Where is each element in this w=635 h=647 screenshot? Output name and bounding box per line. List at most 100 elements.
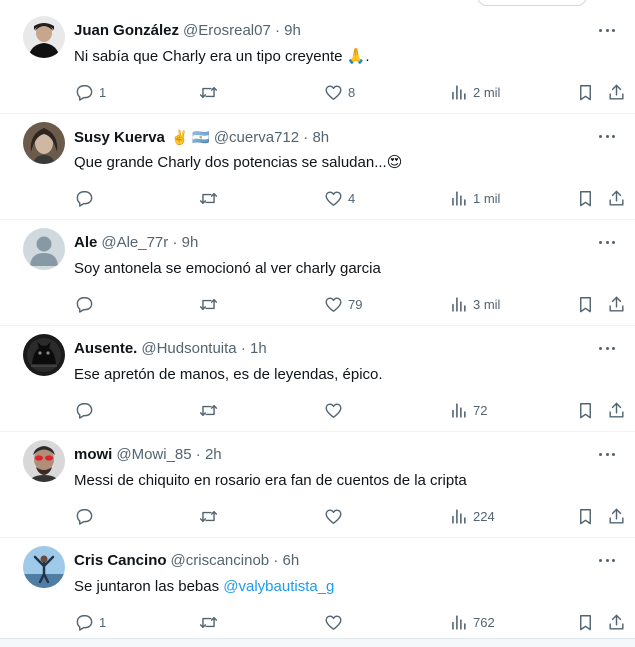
views-button[interactable]: 762 bbox=[449, 610, 495, 634]
like-button[interactable] bbox=[324, 610, 348, 634]
avatar[interactable] bbox=[23, 16, 65, 58]
reply-icon bbox=[76, 402, 93, 419]
share-button[interactable] bbox=[607, 186, 626, 210]
tweet-text-body: Que grande Charly dos potencias se salud… bbox=[74, 154, 387, 171]
user-handle[interactable]: @cuerva712 bbox=[214, 129, 299, 146]
bookmark-button[interactable] bbox=[576, 186, 595, 210]
more-icon[interactable] bbox=[597, 20, 617, 40]
name-emoji-flags: ✌️ 🇦🇷 bbox=[171, 129, 210, 145]
bookmark-button[interactable] bbox=[576, 292, 595, 316]
tweet-header: Ausente. @Hudsontuita · 1h bbox=[74, 339, 267, 359]
bookmark-button[interactable] bbox=[576, 80, 595, 104]
view-count: 224 bbox=[473, 508, 495, 524]
tweet-header: Ale @Ale_77r · 9h bbox=[74, 233, 198, 253]
view-count: 3 mil bbox=[473, 296, 501, 312]
retweet-button[interactable] bbox=[199, 398, 223, 422]
like-button[interactable]: 79 bbox=[324, 292, 362, 316]
display-name[interactable]: Juan González bbox=[74, 22, 179, 39]
timestamp[interactable]: 8h bbox=[312, 129, 329, 146]
display-name[interactable]: Susy Kuerva bbox=[74, 129, 165, 146]
tweet[interactable]: Juan González @Erosreal07 · 9h Ni sabía q… bbox=[0, 8, 635, 114]
avatar[interactable] bbox=[23, 122, 65, 164]
retweet-icon bbox=[199, 616, 218, 628]
share-button[interactable] bbox=[607, 398, 626, 422]
more-icon[interactable] bbox=[597, 338, 617, 358]
like-button[interactable]: 4 bbox=[324, 186, 355, 210]
tweet[interactable]: Ale @Ale_77r · 9h Soy antonela se emocion… bbox=[0, 220, 635, 326]
retweet-button[interactable] bbox=[199, 186, 223, 210]
timestamp[interactable]: 9h bbox=[182, 234, 199, 251]
tweet-text-body: Ese apretón de manos, es de leyendas, ép… bbox=[74, 366, 383, 383]
reply-button[interactable] bbox=[75, 504, 99, 528]
views-button[interactable]: 224 bbox=[449, 504, 495, 528]
avatar[interactable] bbox=[23, 334, 65, 376]
timestamp[interactable]: 9h bbox=[284, 22, 301, 39]
tweet[interactable]: mowi @Mowi_85 · 2h Messi de chiquito en r… bbox=[0, 432, 635, 538]
bookmark-icon bbox=[580, 402, 591, 418]
share-button[interactable] bbox=[607, 80, 626, 104]
more-icon[interactable] bbox=[597, 126, 617, 146]
reply-icon bbox=[76, 614, 93, 631]
tweet-text: Soy antonela se emocionó al ver charly g… bbox=[74, 259, 381, 279]
views-chart-icon bbox=[452, 296, 466, 312]
heart-eyes-emoji: 😍 bbox=[386, 154, 403, 171]
timestamp[interactable]: 6h bbox=[282, 552, 299, 569]
bookmark-button[interactable] bbox=[576, 398, 595, 422]
display-name[interactable]: mowi bbox=[74, 446, 112, 463]
tweet-header: Cris Cancino @criscancinob · 6h bbox=[74, 551, 299, 571]
tweet-text-tail: . bbox=[365, 48, 370, 65]
bookmark-button[interactable] bbox=[576, 504, 595, 528]
reply-button[interactable] bbox=[75, 292, 99, 316]
avatar[interactable] bbox=[23, 228, 65, 270]
views-chart-icon bbox=[452, 614, 466, 630]
more-icon[interactable] bbox=[597, 444, 617, 464]
like-button[interactable] bbox=[324, 504, 348, 528]
like-button[interactable] bbox=[324, 398, 348, 422]
views-button[interactable]: 3 mil bbox=[449, 292, 500, 316]
heart-icon bbox=[325, 402, 342, 418]
heart-icon bbox=[325, 508, 342, 524]
retweet-button[interactable] bbox=[199, 80, 223, 104]
user-handle[interactable]: @Mowi_85 bbox=[116, 446, 191, 463]
avatar[interactable] bbox=[23, 440, 65, 482]
retweet-button[interactable] bbox=[199, 610, 223, 634]
share-button[interactable] bbox=[607, 610, 626, 634]
display-name[interactable]: Ausente. bbox=[74, 340, 137, 357]
tweet-text-body: Messi de chiquito en rosario era fan de … bbox=[74, 472, 467, 489]
share-button[interactable] bbox=[607, 504, 626, 528]
partial-button[interactable] bbox=[477, 0, 587, 6]
tweet-header: Juan González @Erosreal07 · 9h bbox=[74, 21, 301, 41]
display-name[interactable]: Cris Cancino bbox=[74, 552, 167, 569]
views-button[interactable]: 2 mil bbox=[449, 80, 500, 104]
reply-button[interactable] bbox=[75, 186, 99, 210]
tweet[interactable]: Ausente. @Hudsontuita · 1h Ese apretón de… bbox=[0, 326, 635, 432]
more-icon[interactable] bbox=[597, 550, 617, 570]
retweet-button[interactable] bbox=[199, 504, 223, 528]
retweet-button[interactable] bbox=[199, 292, 223, 316]
tweet[interactable]: Susy Kuerva ✌️ 🇦🇷 @cuerva712 · 8h Que gra… bbox=[0, 114, 635, 220]
timestamp[interactable]: 2h bbox=[205, 446, 222, 463]
views-button[interactable]: 1 mil bbox=[449, 186, 500, 210]
user-handle[interactable]: @Ale_77r bbox=[101, 234, 168, 251]
heart-icon bbox=[325, 296, 342, 312]
share-button[interactable] bbox=[607, 292, 626, 316]
tweet[interactable]: Cris Cancino @criscancinob · 6h Se juntar… bbox=[0, 538, 635, 644]
user-handle[interactable]: @Hudsontuita bbox=[141, 340, 236, 357]
more-icon[interactable] bbox=[597, 232, 617, 252]
display-name[interactable]: Ale bbox=[74, 234, 97, 251]
share-icon bbox=[609, 190, 624, 206]
avatar[interactable] bbox=[23, 546, 65, 588]
reply-button[interactable] bbox=[75, 398, 99, 422]
user-handle[interactable]: @Erosreal07 bbox=[183, 22, 271, 39]
timestamp[interactable]: 1h bbox=[250, 340, 267, 357]
bookmark-button[interactable] bbox=[576, 610, 595, 634]
tweet-text: Ni sabía que Charly era un tipo creyente… bbox=[74, 47, 370, 67]
mention-link[interactable]: @valybautista_g bbox=[223, 578, 334, 595]
user-handle[interactable]: @criscancinob bbox=[171, 552, 270, 569]
like-button[interactable]: 8 bbox=[324, 80, 355, 104]
reply-icon bbox=[76, 296, 93, 313]
views-button[interactable]: 72 bbox=[449, 398, 487, 422]
reply-button[interactable]: 1 bbox=[75, 610, 106, 634]
reply-button[interactable]: 1 bbox=[75, 80, 106, 104]
tweet-header: mowi @Mowi_85 · 2h bbox=[74, 445, 222, 465]
